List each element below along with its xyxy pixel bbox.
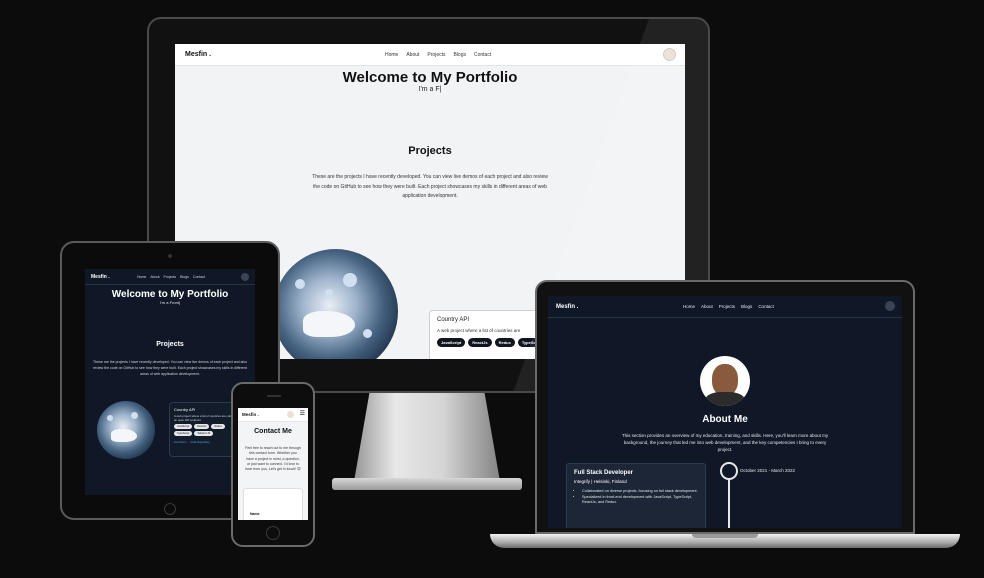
- phone-logo[interactable]: Mesfin .: [242, 412, 280, 417]
- nav-link-projects[interactable]: Projects: [164, 275, 177, 279]
- projects-heading: Projects: [156, 341, 184, 348]
- tag: TypeScript: [174, 431, 193, 436]
- nav-link-blogs[interactable]: Blogs: [741, 304, 752, 309]
- nav-link-blogs[interactable]: Blogs: [453, 52, 466, 58]
- phone-navbar: Mesfin . ☰: [238, 408, 308, 422]
- world-map-shape: [303, 311, 355, 337]
- project-card-description: A web project where a list of countries …: [437, 328, 521, 333]
- nav-link-about[interactable]: About: [701, 304, 713, 309]
- about-description: This section provides an overview of my …: [621, 433, 829, 452]
- desktop-logo[interactable]: Mesfin .: [185, 51, 385, 58]
- name-field-label: Name: [250, 512, 260, 516]
- menu-icon[interactable]: ☰: [300, 411, 305, 418]
- tablet-navbar: Mesfin . Home About Projects Blogs Conta…: [85, 269, 255, 285]
- avatar-shirt: [705, 392, 745, 406]
- tablet-logo[interactable]: Mesfin .: [91, 274, 137, 280]
- code-repository-link[interactable]: Code Repository: [190, 441, 209, 444]
- contact-description: Feel free to reach out to me through thi…: [245, 446, 301, 472]
- project-card-tags: JavaScript ReactJs Redux TypeSc: [437, 338, 540, 347]
- laptop-notch: [692, 534, 758, 538]
- nav-link-about[interactable]: About: [150, 275, 159, 279]
- contact-heading: Contact Me: [254, 428, 292, 435]
- decor-dot: [325, 289, 333, 297]
- tablet-screen: Mesfin . Home About Projects Blogs Conta…: [85, 269, 255, 495]
- nav-link-contact[interactable]: Contact: [758, 304, 774, 309]
- laptop-navbar: Mesfin . Home About Projects Blogs Conta…: [548, 296, 902, 318]
- hero-subtitle: I'm a F|: [418, 86, 442, 93]
- laptop-nav-links: Home About Projects Blogs Contact: [683, 304, 774, 309]
- phone-home-button: [266, 526, 280, 540]
- projects-description: These are the projects I have recently d…: [93, 360, 247, 376]
- nav-link-home[interactable]: Home: [385, 52, 398, 58]
- experience-card: Full Stack Developer Integrify | Helsink…: [566, 463, 706, 528]
- laptop-logo[interactable]: Mesfin .: [556, 304, 683, 310]
- experience-role: Full Stack Developer: [574, 470, 634, 476]
- phone: Mesfin . ☰ Contact Me Feel free to reach…: [231, 382, 315, 547]
- theme-toggle-icon[interactable]: [885, 301, 895, 311]
- nav-link-home[interactable]: Home: [683, 304, 695, 309]
- laptop-screen: Mesfin . Home About Projects Blogs Conta…: [548, 296, 902, 528]
- timeline-dot: [720, 462, 738, 480]
- phone-speaker: [267, 395, 281, 397]
- experience-bullets: Collaborated on diverse projects, focusi…: [574, 489, 698, 506]
- projects-description: These are the projects I have recently d…: [312, 174, 548, 199]
- tablet-camera: [168, 254, 172, 258]
- tag: Tailwind JS: [194, 431, 214, 436]
- decor-dot: [295, 279, 305, 289]
- world-map-shape: [111, 429, 137, 442]
- experience-date: October 2021 - March 2022: [740, 468, 796, 473]
- project-card[interactable]: Country API A web project where a list o…: [429, 310, 540, 359]
- decor-dot: [107, 415, 113, 421]
- tag: ReactJs: [194, 424, 210, 429]
- project-illustration: [273, 249, 398, 359]
- theme-toggle-icon[interactable]: [287, 411, 294, 418]
- nav-link-projects[interactable]: Projects: [427, 52, 445, 58]
- project-illustration: [97, 401, 155, 459]
- experience-bullet: Specialized in front-end development wit…: [582, 495, 698, 506]
- live-demo-link[interactable]: Live Demo: [174, 441, 186, 444]
- experience-company: Integrify | Helsinki, Finland: [574, 479, 627, 484]
- hero-title: Welcome to My Portfolio: [342, 69, 518, 86]
- hero-title: Welcome to My Portfolio: [111, 289, 229, 300]
- nav-link-contact[interactable]: Contact: [193, 275, 205, 279]
- desktop-nav-links: Home About Projects Blogs Contact: [385, 52, 491, 58]
- tag: ReactJs: [468, 338, 492, 347]
- tag: Redux: [211, 424, 225, 429]
- theme-toggle-icon[interactable]: [241, 273, 249, 281]
- monitor-base: [332, 478, 522, 490]
- laptop: Mesfin . Home About Projects Blogs Conta…: [535, 280, 915, 534]
- hero-subtitle: I'm a Front|: [159, 300, 181, 305]
- nav-link-about[interactable]: About: [406, 52, 419, 58]
- projects-heading: Projects: [408, 145, 452, 157]
- nav-link-projects[interactable]: Projects: [719, 304, 735, 309]
- about-heading: About Me: [702, 414, 748, 425]
- avatar: [700, 356, 750, 406]
- tag: JavaScript: [437, 338, 466, 347]
- tag: Redux: [494, 338, 515, 347]
- tablet-nav-links: Home About Projects Blogs Contact: [137, 275, 205, 279]
- decor-dot: [131, 412, 138, 419]
- nav-link-blogs[interactable]: Blogs: [180, 275, 189, 279]
- contact-form: Name: [243, 488, 303, 520]
- theme-toggle-icon[interactable]: [663, 48, 676, 61]
- monitor-stand: [353, 393, 501, 485]
- project-card-title: Country API: [437, 317, 470, 323]
- tag: JavaScript: [174, 424, 193, 429]
- tablet-home-button: [164, 503, 176, 515]
- phone-screen: Mesfin . ☰ Contact Me Feel free to reach…: [238, 408, 308, 520]
- nav-link-home[interactable]: Home: [137, 275, 146, 279]
- desktop-navbar: Mesfin . Home About Projects Blogs Conta…: [175, 44, 685, 66]
- experience-bullet: Collaborated on diverse projects, focusi…: [582, 489, 698, 495]
- nav-link-contact[interactable]: Contact: [474, 52, 491, 58]
- decor-dot: [343, 273, 357, 287]
- decor-dot: [363, 329, 372, 338]
